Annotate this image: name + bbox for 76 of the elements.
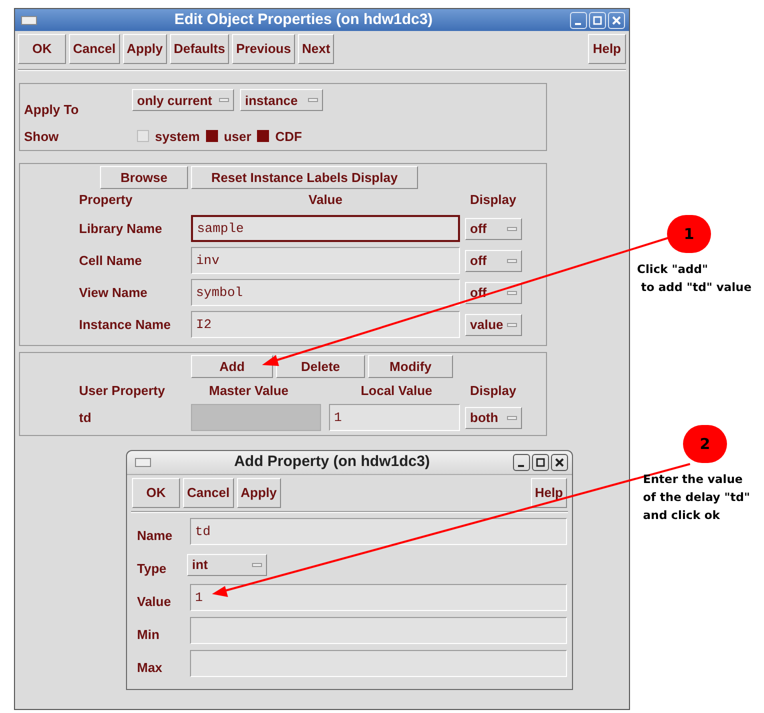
- reset-labels-button[interactable]: Reset Instance Labels Display: [191, 166, 418, 189]
- checkbox-label: system: [155, 128, 200, 146]
- dropdown-indicator-icon: [507, 258, 517, 262]
- property-field[interactable]: [190, 617, 567, 644]
- field-label: Type: [137, 560, 168, 578]
- column-header: Value: [308, 191, 344, 210]
- toolbar-button[interactable]: Previous: [232, 34, 295, 64]
- callout-text: Click "add" to add "td" value: [637, 261, 752, 296]
- help-button[interactable]: Help: [588, 34, 626, 64]
- property-field[interactable]: 1: [190, 584, 567, 611]
- checkbox-label: user: [224, 128, 252, 146]
- column-header: Property: [79, 191, 134, 210]
- apply-to-label: Apply To: [24, 101, 80, 119]
- browse-button[interactable]: Browse: [100, 166, 188, 189]
- property-field[interactable]: [190, 650, 567, 677]
- dialog-button[interactable]: Apply: [236, 478, 281, 508]
- dropdown-indicator-icon: [507, 226, 517, 230]
- toolbar-button[interactable]: Cancel: [69, 34, 120, 64]
- property-label: Cell Name: [79, 252, 143, 270]
- property-value-field[interactable]: symbol: [191, 279, 460, 306]
- action-button[interactable]: Add: [191, 355, 273, 378]
- field-label: Min: [137, 626, 160, 644]
- property-field[interactable]: td: [190, 518, 567, 545]
- user-property-name: td: [79, 408, 92, 427]
- dropdown-indicator-icon: [507, 416, 517, 420]
- dropdown[interactable]: value: [465, 314, 522, 336]
- toolbar-button[interactable]: Apply: [122, 34, 167, 64]
- local-value-field[interactable]: 1: [329, 404, 460, 431]
- property-label: View Name: [79, 284, 148, 302]
- toolbar-button[interactable]: Next: [298, 34, 334, 64]
- checkbox[interactable]: [137, 130, 149, 142]
- dialog-button[interactable]: OK: [132, 478, 180, 508]
- checkbox[interactable]: [257, 130, 270, 142]
- dialog-title: Add Property (on hdw1dc3): [233, 452, 431, 472]
- dropdown-indicator-icon: [507, 290, 517, 294]
- dialog-button[interactable]: Cancel: [183, 478, 234, 508]
- maximize-icon[interactable]: [532, 454, 549, 471]
- dropdown[interactable]: only current: [132, 89, 234, 112]
- close-icon[interactable]: [551, 454, 568, 471]
- action-button[interactable]: Delete: [276, 355, 365, 378]
- toolbar-button[interactable]: Defaults: [170, 34, 230, 64]
- property-value-field[interactable]: inv: [191, 247, 460, 274]
- column-header: Display: [470, 191, 516, 210]
- dropdown-indicator-icon: [308, 98, 318, 102]
- show-label: Show: [24, 128, 60, 146]
- step-badge: 1: [667, 215, 711, 253]
- toolbar-button[interactable]: OK: [18, 34, 66, 64]
- property-label: Library Name: [79, 220, 164, 238]
- dropdown[interactable]: both: [465, 406, 522, 428]
- dropdown[interactable]: off: [465, 218, 522, 240]
- checkbox[interactable]: [206, 130, 218, 142]
- property-label: Instance Name: [79, 316, 172, 334]
- action-button[interactable]: Modify: [368, 355, 453, 378]
- window-menu-icon[interactable]: [21, 16, 37, 24]
- column-header: User Property: [79, 382, 166, 400]
- field-label: Name: [137, 526, 174, 545]
- field-label: Value: [137, 592, 172, 611]
- property-value-field[interactable]: sample: [191, 215, 460, 242]
- window-title: Edit Object Properties (on hdw1dc3): [173, 10, 434, 30]
- column-header: Master Value: [209, 382, 290, 400]
- dropdown[interactable]: off: [465, 250, 522, 272]
- dropdown[interactable]: int: [187, 554, 267, 576]
- field-label: Max: [137, 658, 164, 677]
- property-value-field[interactable]: I2: [191, 311, 460, 338]
- column-header: Local Value: [360, 382, 434, 400]
- step-badge: 2: [683, 425, 727, 463]
- window-menu-icon[interactable]: [135, 458, 151, 467]
- dropdown-indicator-icon: [507, 322, 517, 326]
- dropdown-indicator-icon: [219, 98, 229, 102]
- minimize-icon[interactable]: [513, 454, 530, 471]
- help-button[interactable]: Help: [530, 478, 567, 508]
- column-header: Display: [470, 382, 516, 400]
- dropdown-indicator-icon: [252, 562, 262, 566]
- callout-text: Enter the value of the delay "td" and click ok: [643, 471, 750, 524]
- checkbox-label: CDF: [275, 128, 302, 146]
- dropdown[interactable]: instance: [240, 89, 323, 112]
